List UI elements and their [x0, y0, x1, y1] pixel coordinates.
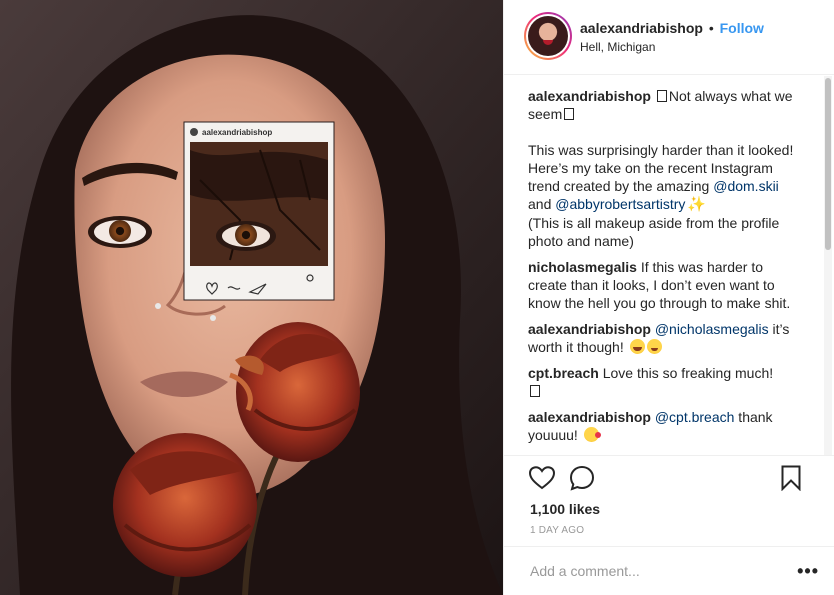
post-header-text: aalexandriabishop • Follow Hell, Michiga…: [580, 19, 764, 56]
comment-item: cpt.breach Love this so freaking much!: [528, 364, 803, 400]
comment-username[interactable]: nicholasmegalis: [528, 259, 637, 275]
comment-username[interactable]: cpt.breach: [528, 365, 599, 381]
post-actions: 1,100 likes 1 DAY AGO: [504, 455, 834, 536]
mention-link[interactable]: @dom.skii: [713, 178, 779, 194]
mention-link[interactable]: @cpt.breach: [655, 409, 735, 425]
follow-button[interactable]: Follow: [720, 20, 764, 36]
comments-list[interactable]: aalexandriabishop Not always what we see…: [504, 76, 819, 455]
more-options-icon[interactable]: •••: [797, 562, 819, 580]
post-image: aalexandriabishop: [0, 0, 503, 595]
caption: aalexandriabishop Not always what we see…: [528, 87, 803, 250]
post-side-panel: aalexandriabishop • Follow Hell, Michiga…: [503, 0, 834, 595]
scrollbar-thumb[interactable]: [825, 78, 831, 250]
heart-icon[interactable]: [528, 464, 556, 492]
caption-body: This was surprisingly harder than it loo…: [528, 141, 803, 250]
mention-link[interactable]: @abbyrobertsartistry: [555, 196, 685, 212]
comment-username[interactable]: aalexandriabishop: [528, 409, 651, 425]
post-timestamp[interactable]: 1 DAY AGO: [520, 525, 819, 536]
photo-overlay-username: aalexandriabishop: [202, 128, 272, 137]
comments-scrollbar[interactable]: [824, 76, 832, 455]
emoji-placeholder-icon: [530, 385, 540, 397]
comment-item: aalexandriabishop @cpt.breach thank youu…: [528, 408, 803, 444]
mention-link[interactable]: @nicholasmegalis: [655, 321, 769, 337]
caption-text: (This is all makeup aside from the profi…: [528, 215, 780, 249]
post-photo[interactable]: aalexandriabishop: [0, 0, 503, 595]
add-comment-input[interactable]: [530, 563, 770, 579]
emoji-placeholder-icon: [564, 108, 575, 120]
header-username[interactable]: aalexandriabishop: [580, 20, 703, 36]
profile-avatar[interactable]: [524, 12, 572, 60]
likes-count[interactable]: 1,100 likes: [520, 500, 819, 518]
comment-bubble-icon[interactable]: [568, 464, 596, 492]
comment-username[interactable]: aalexandriabishop: [528, 321, 651, 337]
caption-username[interactable]: aalexandriabishop: [528, 88, 651, 104]
comment-item: nicholasmegalis If this was harder to cr…: [528, 258, 803, 312]
caption-text: and: [528, 196, 556, 212]
avatar-image: [528, 16, 568, 56]
post-header: aalexandriabishop • Follow Hell, Michiga…: [504, 0, 834, 75]
grinning-sweat-emoji-icon: [646, 339, 662, 354]
sparkles-icon: ✨: [687, 196, 707, 213]
emoji-placeholder-icon: [656, 90, 667, 102]
separator-dot: •: [708, 20, 714, 36]
bookmark-icon[interactable]: [777, 464, 805, 492]
comment-item: aalexandriabishop @nicholasmegalis it’s …: [528, 320, 803, 356]
kissing-emoji-icon: [583, 427, 601, 442]
instagram-post: aalexandriabishop aalexandriabishop • Fo…: [0, 0, 834, 595]
post-location[interactable]: Hell, Michigan: [580, 39, 764, 56]
comment-text: Love this so freaking much!: [602, 365, 774, 381]
laughing-emoji-icon: [629, 339, 645, 354]
add-comment-bar: •••: [504, 546, 834, 595]
